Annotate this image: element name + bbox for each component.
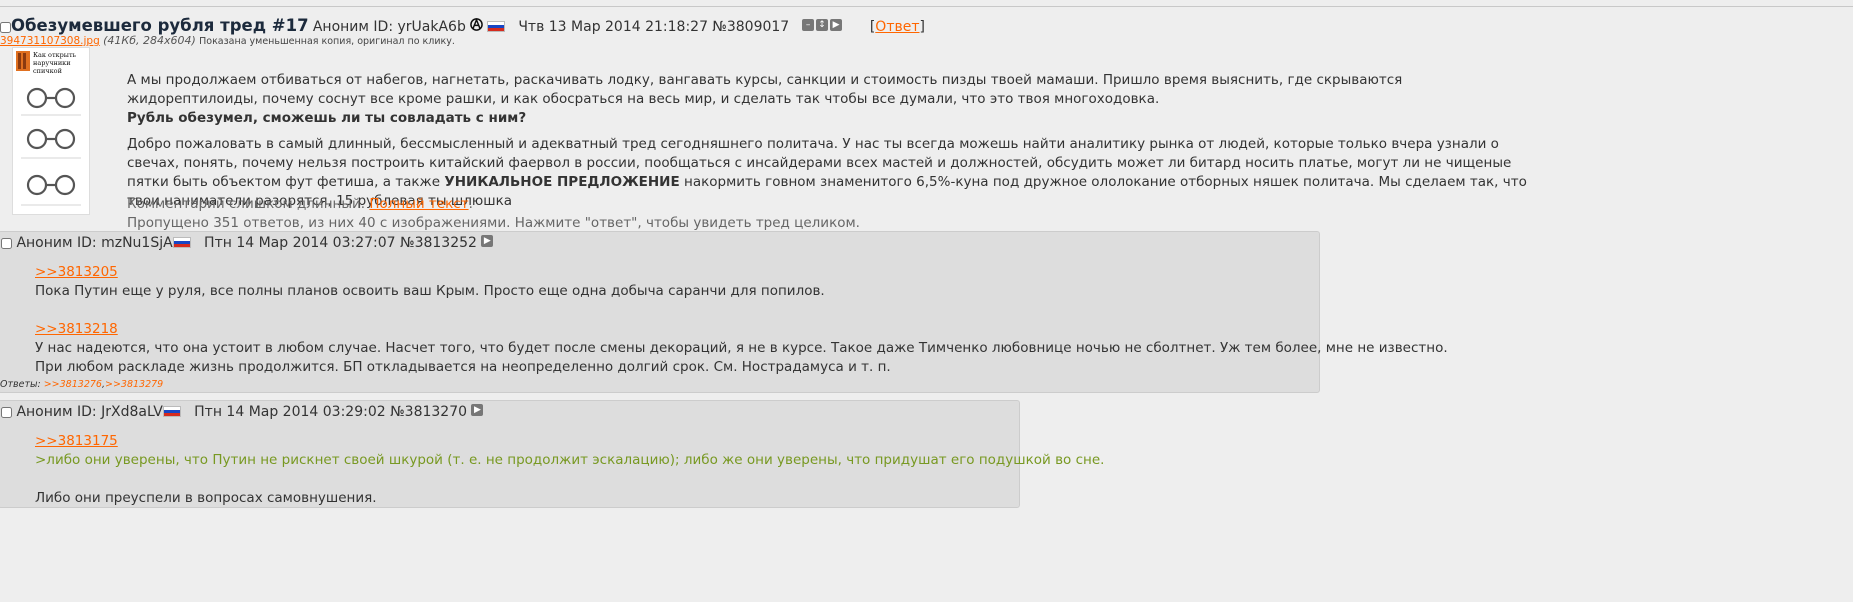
- answers-label: Ответы:: [0, 379, 44, 390]
- reply-post-1: Аноним ID: mzNu1SjA Птн 14 Мар 2014 03:2…: [0, 231, 1448, 393]
- op-select-checkbox[interactable]: [0, 21, 11, 33]
- play-icon[interactable]: ▶: [830, 19, 843, 31]
- top-divider: [0, 6, 1853, 7]
- reply-2-body: >>3813175 >либо они уверены, что Путин н…: [35, 432, 1104, 508]
- reply-2-number[interactable]: №3813270: [390, 404, 467, 420]
- svg-text:наручники: наручники: [33, 59, 71, 67]
- reply-1-body: >>3813205 Пока Путин еще у руля, все пол…: [35, 263, 1448, 377]
- reply-2-header: Аноним ID: JrXd8aLV Птн 14 Мар 2014 03:2…: [1, 404, 485, 420]
- file-note: Показана уменьшенная копия, оригинал по …: [199, 36, 455, 47]
- op-paragraph-1: А мы продолжаем отбиваться от набегов, н…: [127, 71, 1532, 128]
- full-text-link[interactable]: Полный текст: [369, 196, 468, 212]
- reply-2-checkbox[interactable]: [1, 406, 12, 418]
- handcuffs-thumbnail-icon: Как открыть наручники спичкой: [16, 51, 81, 206]
- anarchy-icon: [470, 17, 483, 31]
- file-dims: (41Кб, 284x604): [103, 34, 196, 47]
- reply-1-ref-1[interactable]: >>3813205: [35, 264, 118, 280]
- op-date: Чтв 13 Мар 2014 21:18:27: [518, 19, 708, 35]
- hide-icon[interactable]: –: [802, 19, 815, 31]
- expand-icon[interactable]: ↕: [816, 19, 829, 31]
- play-icon[interactable]: ▶: [471, 404, 484, 416]
- reply-1-answers: Ответы: >>3813276,>>3813279: [0, 379, 164, 390]
- svg-text:Как открыть: Как открыть: [33, 51, 77, 59]
- op-thumbnail[interactable]: Как открыть наручники спичкой: [12, 47, 90, 215]
- reply-1-line-3: При любом раскладе жизнь продолжится. БП…: [35, 359, 891, 375]
- reply-link[interactable]: Ответ: [875, 19, 919, 35]
- reply-1-author: Аноним ID: mzNu1SjA: [16, 235, 173, 251]
- russia-flag-icon: [487, 20, 506, 32]
- russia-flag-icon: [172, 236, 191, 248]
- reply-2-greentext: >либо они уверены, что Путин не рискнет …: [35, 452, 1105, 468]
- op-bold-line: Рубль обезумел, сможешь ли ты совладать …: [127, 110, 527, 126]
- russia-flag-icon: [162, 405, 181, 417]
- answer-link-2[interactable]: >>3813279: [105, 379, 163, 390]
- reply-1-line-1: Пока Путин еще у руля, все полны планов …: [35, 283, 825, 299]
- file-link[interactable]: 394731107308.jpg: [0, 35, 100, 47]
- reply-1-header: Аноним ID: mzNu1SjA Птн 14 Мар 2014 03:2…: [1, 235, 495, 251]
- too-long-label: Комментарий слишком длинный.: [127, 196, 370, 212]
- reply-bracket: [Ответ]: [869, 19, 925, 35]
- op-author: Аноним ID: yrUakA6b: [312, 19, 466, 35]
- op-text-2-bold: УНИКАЛЬНОЕ ПРЕДЛОЖЕНИЕ: [444, 174, 680, 190]
- answer-link-1[interactable]: >>3813276: [44, 379, 102, 390]
- op-post-number[interactable]: №3809017: [712, 19, 789, 35]
- reply-1-ref-2[interactable]: >>3813218: [35, 321, 118, 337]
- reply-2-line-1: Либо они преуспели в вопросах самовнушен…: [35, 490, 377, 506]
- op-text-1: А мы продолжаем отбиваться от набегов, н…: [127, 72, 1403, 107]
- reply-2-ref-1[interactable]: >>3813175: [35, 433, 118, 449]
- play-icon[interactable]: ▶: [481, 235, 494, 247]
- reply-2-author: Аноним ID: JrXd8aLV: [16, 404, 163, 420]
- reply-2-date: Птн 14 Мар 2014 03:29:02: [194, 404, 386, 420]
- reply-post-2: Аноним ID: JrXd8aLV Птн 14 Мар 2014 03:2…: [0, 400, 1104, 508]
- op-footer: Комментарий слишком длинный. Полный текс…: [127, 196, 860, 231]
- file-info: 394731107308.jpg (41Кб, 284x604) Показан…: [0, 34, 455, 47]
- thread-subject: Обезумевшего рубля тред #17: [11, 16, 309, 35]
- reply-1-date: Птн 14 Мар 2014 03:27:07: [204, 235, 396, 251]
- reply-1-line-2: У нас надеются, что она устоит в любом с…: [35, 340, 1448, 356]
- reply-1-checkbox[interactable]: [1, 237, 12, 249]
- skipped-info: Пропущено 351 ответов, из них 40 с изобр…: [127, 215, 860, 231]
- svg-text:спичкой: спичкой: [33, 67, 62, 75]
- reply-1-number[interactable]: №3813252: [400, 235, 477, 251]
